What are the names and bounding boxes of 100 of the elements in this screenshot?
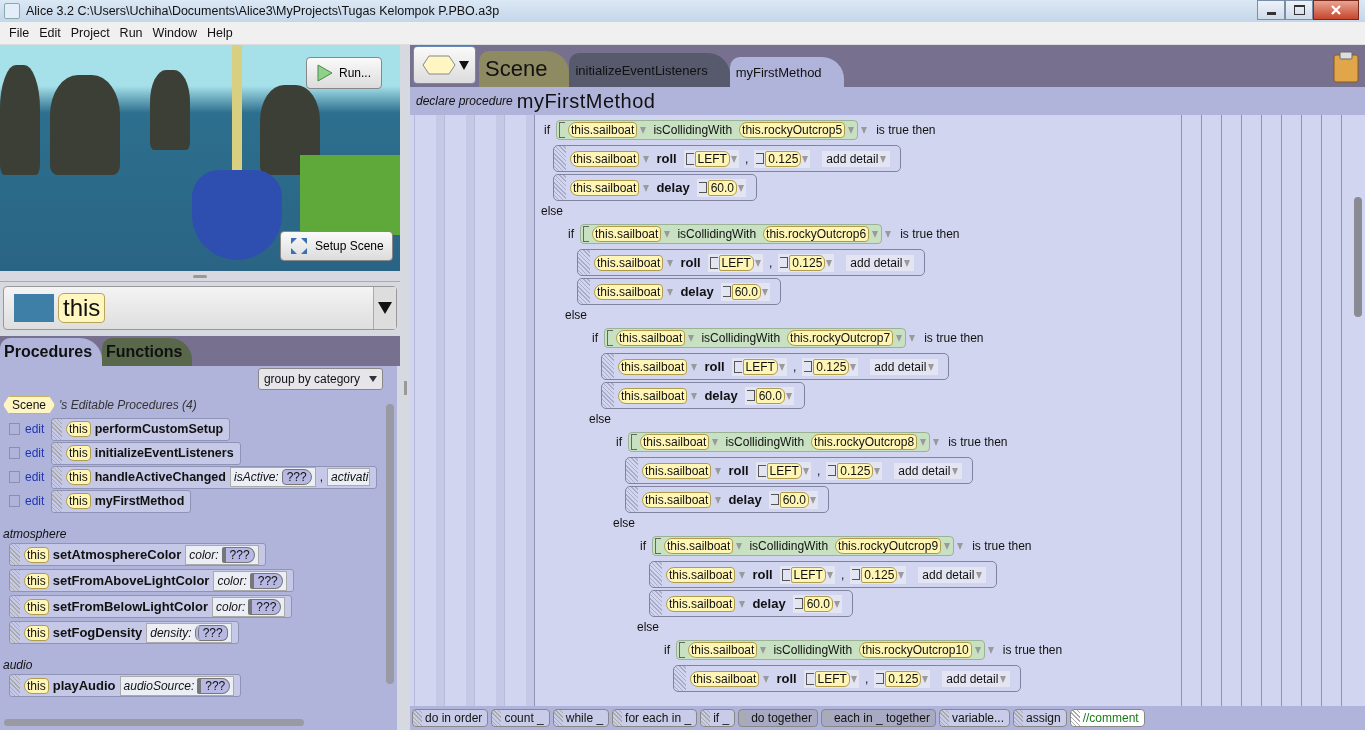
edit-link[interactable]: edit [25, 470, 51, 484]
else-label: else [613, 515, 635, 530]
roll-statement[interactable]: this.sailboat roll LEFT , 0.125 add detail [577, 249, 926, 276]
delay-statement[interactable]: this.sailboat delay 60.0 [553, 174, 757, 201]
delay-statement[interactable]: this.sailboat delay 60.0 [649, 590, 853, 617]
scene-thumbnail-placeholder [14, 294, 54, 322]
run-button[interactable]: Run... [306, 57, 382, 89]
this-tile: this [66, 469, 91, 485]
procedure-name: handleActiveChanged [94, 470, 226, 484]
delay-statement[interactable]: this.sailboat delay 60.0 [625, 486, 829, 513]
clipboard-icon[interactable] [1333, 51, 1359, 83]
parameter-slot[interactable]: isActive: ??? [229, 467, 316, 487]
else-label: else [637, 619, 659, 634]
declare-label: declare procedure [416, 94, 513, 108]
parameter-slot[interactable]: activati [327, 468, 371, 486]
procedure-name: playAudio [52, 678, 116, 693]
parameter-slot[interactable]: color: ??? [213, 570, 287, 591]
scrollbar-thumb[interactable] [386, 404, 394, 684]
menu-item[interactable]: Edit [34, 26, 66, 40]
editor-tab[interactable]: myFirstMethod [729, 57, 844, 87]
menu-item[interactable]: Run [114, 26, 148, 40]
palette-block[interactable]: each in _ together [820, 709, 936, 727]
object-selector[interactable]: this [3, 286, 397, 330]
comma-text: , [319, 470, 324, 484]
this-tile: this [66, 493, 91, 509]
roll-statement[interactable]: this.sailboat roll LEFT , 0.125 add detail [673, 665, 1022, 692]
roll-statement[interactable]: this.sailboat roll LEFT , 0.125 add detail [601, 353, 950, 380]
procedure-name: initializeEventListeners [94, 446, 234, 460]
roll-statement[interactable]: this.sailboat roll LEFT , 0.125 add detail [553, 145, 902, 172]
hexagon-icon [422, 55, 456, 75]
procedure-block[interactable]: this myFirstMethod [51, 489, 192, 513]
this-tile: this [66, 421, 91, 437]
menu-item[interactable]: File [4, 26, 35, 40]
palette-block[interactable]: assign [1013, 709, 1067, 727]
roll-statement[interactable]: this.sailboat roll LEFT , 0.125 add detail [625, 457, 974, 484]
splitter-grip-icon[interactable] [403, 380, 407, 395]
edit-box-icon [9, 471, 20, 483]
close-icon [1330, 5, 1342, 15]
maximize-button[interactable] [1285, 0, 1313, 20]
parameter-slot[interactable]: color: ??? [185, 544, 259, 565]
setup-scene-button[interactable]: Setup Scene [280, 231, 393, 261]
delay-statement[interactable]: this.sailboat delay 60.0 [577, 278, 781, 305]
roll-statement[interactable]: this.sailboat roll LEFT , 0.125 add detail [649, 561, 998, 588]
palette-block[interactable]: for each in _ [612, 709, 698, 727]
procedure-name: setFogDensity [52, 625, 143, 640]
procedure-block[interactable]: this setFromBelowLightColor color: ??? [9, 595, 293, 618]
this-tile: this [58, 293, 106, 323]
play-icon [317, 64, 333, 82]
edit-box-icon [9, 423, 20, 435]
menu-item[interactable]: Window [147, 26, 202, 40]
procedure-block[interactable]: this setFromAboveLightColor color: ??? [9, 569, 294, 592]
parameter-slot[interactable]: audioSource: ??? [119, 675, 235, 696]
this-tile: this [24, 598, 49, 615]
scrollbar-thumb[interactable] [4, 719, 304, 726]
panel-tab[interactable]: Procedures [0, 338, 103, 366]
minimize-icon [1266, 11, 1276, 15]
scrollbar-thumb[interactable] [1354, 197, 1362, 317]
this-tile: this [24, 677, 49, 694]
palette-block[interactable]: do in order [412, 709, 489, 727]
palette-block[interactable]: variable... [938, 709, 1010, 727]
palette-block[interactable]: while _ [552, 709, 610, 727]
minimize-button[interactable] [1257, 0, 1285, 20]
this-tile: this [24, 624, 49, 641]
section-heading: 's Editable Procedures (4) [59, 398, 197, 412]
dropdown-arrow-icon [459, 60, 469, 70]
else-label: else [541, 203, 563, 218]
this-tile: this [24, 572, 49, 589]
palette-block[interactable]: do together [738, 709, 818, 727]
procedure-block[interactable]: this handleActiveChanged isActive: ??? , activati [51, 465, 378, 489]
palette-block[interactable]: if _ [700, 709, 736, 727]
parameter-slot[interactable]: density: ??? [146, 622, 232, 643]
splitter-grip-icon[interactable] [193, 274, 207, 278]
scene-tile: Scene [3, 396, 56, 414]
procedure-title: myFirstMethod [516, 89, 656, 113]
editor-tab[interactable]: Scene [479, 51, 570, 87]
category-heading: audio [3, 658, 34, 672]
else-label: else [565, 307, 587, 322]
group-by-dropdown[interactable]: group by category [257, 368, 383, 390]
palette-block[interactable]: //comment [1069, 709, 1145, 727]
category-heading: atmosphere [3, 527, 68, 541]
type-dropdown-button[interactable] [413, 46, 476, 84]
delay-statement[interactable]: this.sailboat delay 60.0 [601, 382, 805, 409]
edit-link[interactable]: edit [25, 422, 51, 436]
procedure-name: setAtmosphereColor [52, 547, 182, 562]
procedure-block[interactable]: this initializeEventListeners [51, 441, 241, 465]
procedure-block[interactable]: this playAudio audioSource: ??? [9, 674, 242, 697]
this-tile: this [66, 445, 91, 461]
edit-link[interactable]: edit [25, 494, 51, 508]
edit-link[interactable]: edit [25, 446, 51, 460]
expand-arrows-icon [289, 236, 309, 256]
parameter-slot[interactable]: color: ??? [211, 596, 286, 617]
procedure-block[interactable]: this performCustomSetup [51, 417, 231, 441]
palette-block[interactable]: count _ [491, 709, 550, 727]
procedure-block[interactable]: this setAtmosphereColor color: ??? [9, 543, 266, 566]
else-label: else [589, 411, 611, 426]
procedure-block[interactable]: this setFogDensity density: ??? [9, 621, 239, 644]
menu-item[interactable]: Help [202, 26, 238, 40]
menu-item[interactable]: Project [65, 26, 115, 40]
window-title: Alice 3.2 C:\Users\Uchiha\Documents\Alice3\MyProjects\Tugas Kelompok P.PBO.a3p [26, 4, 501, 18]
close-button[interactable] [1313, 0, 1359, 20]
